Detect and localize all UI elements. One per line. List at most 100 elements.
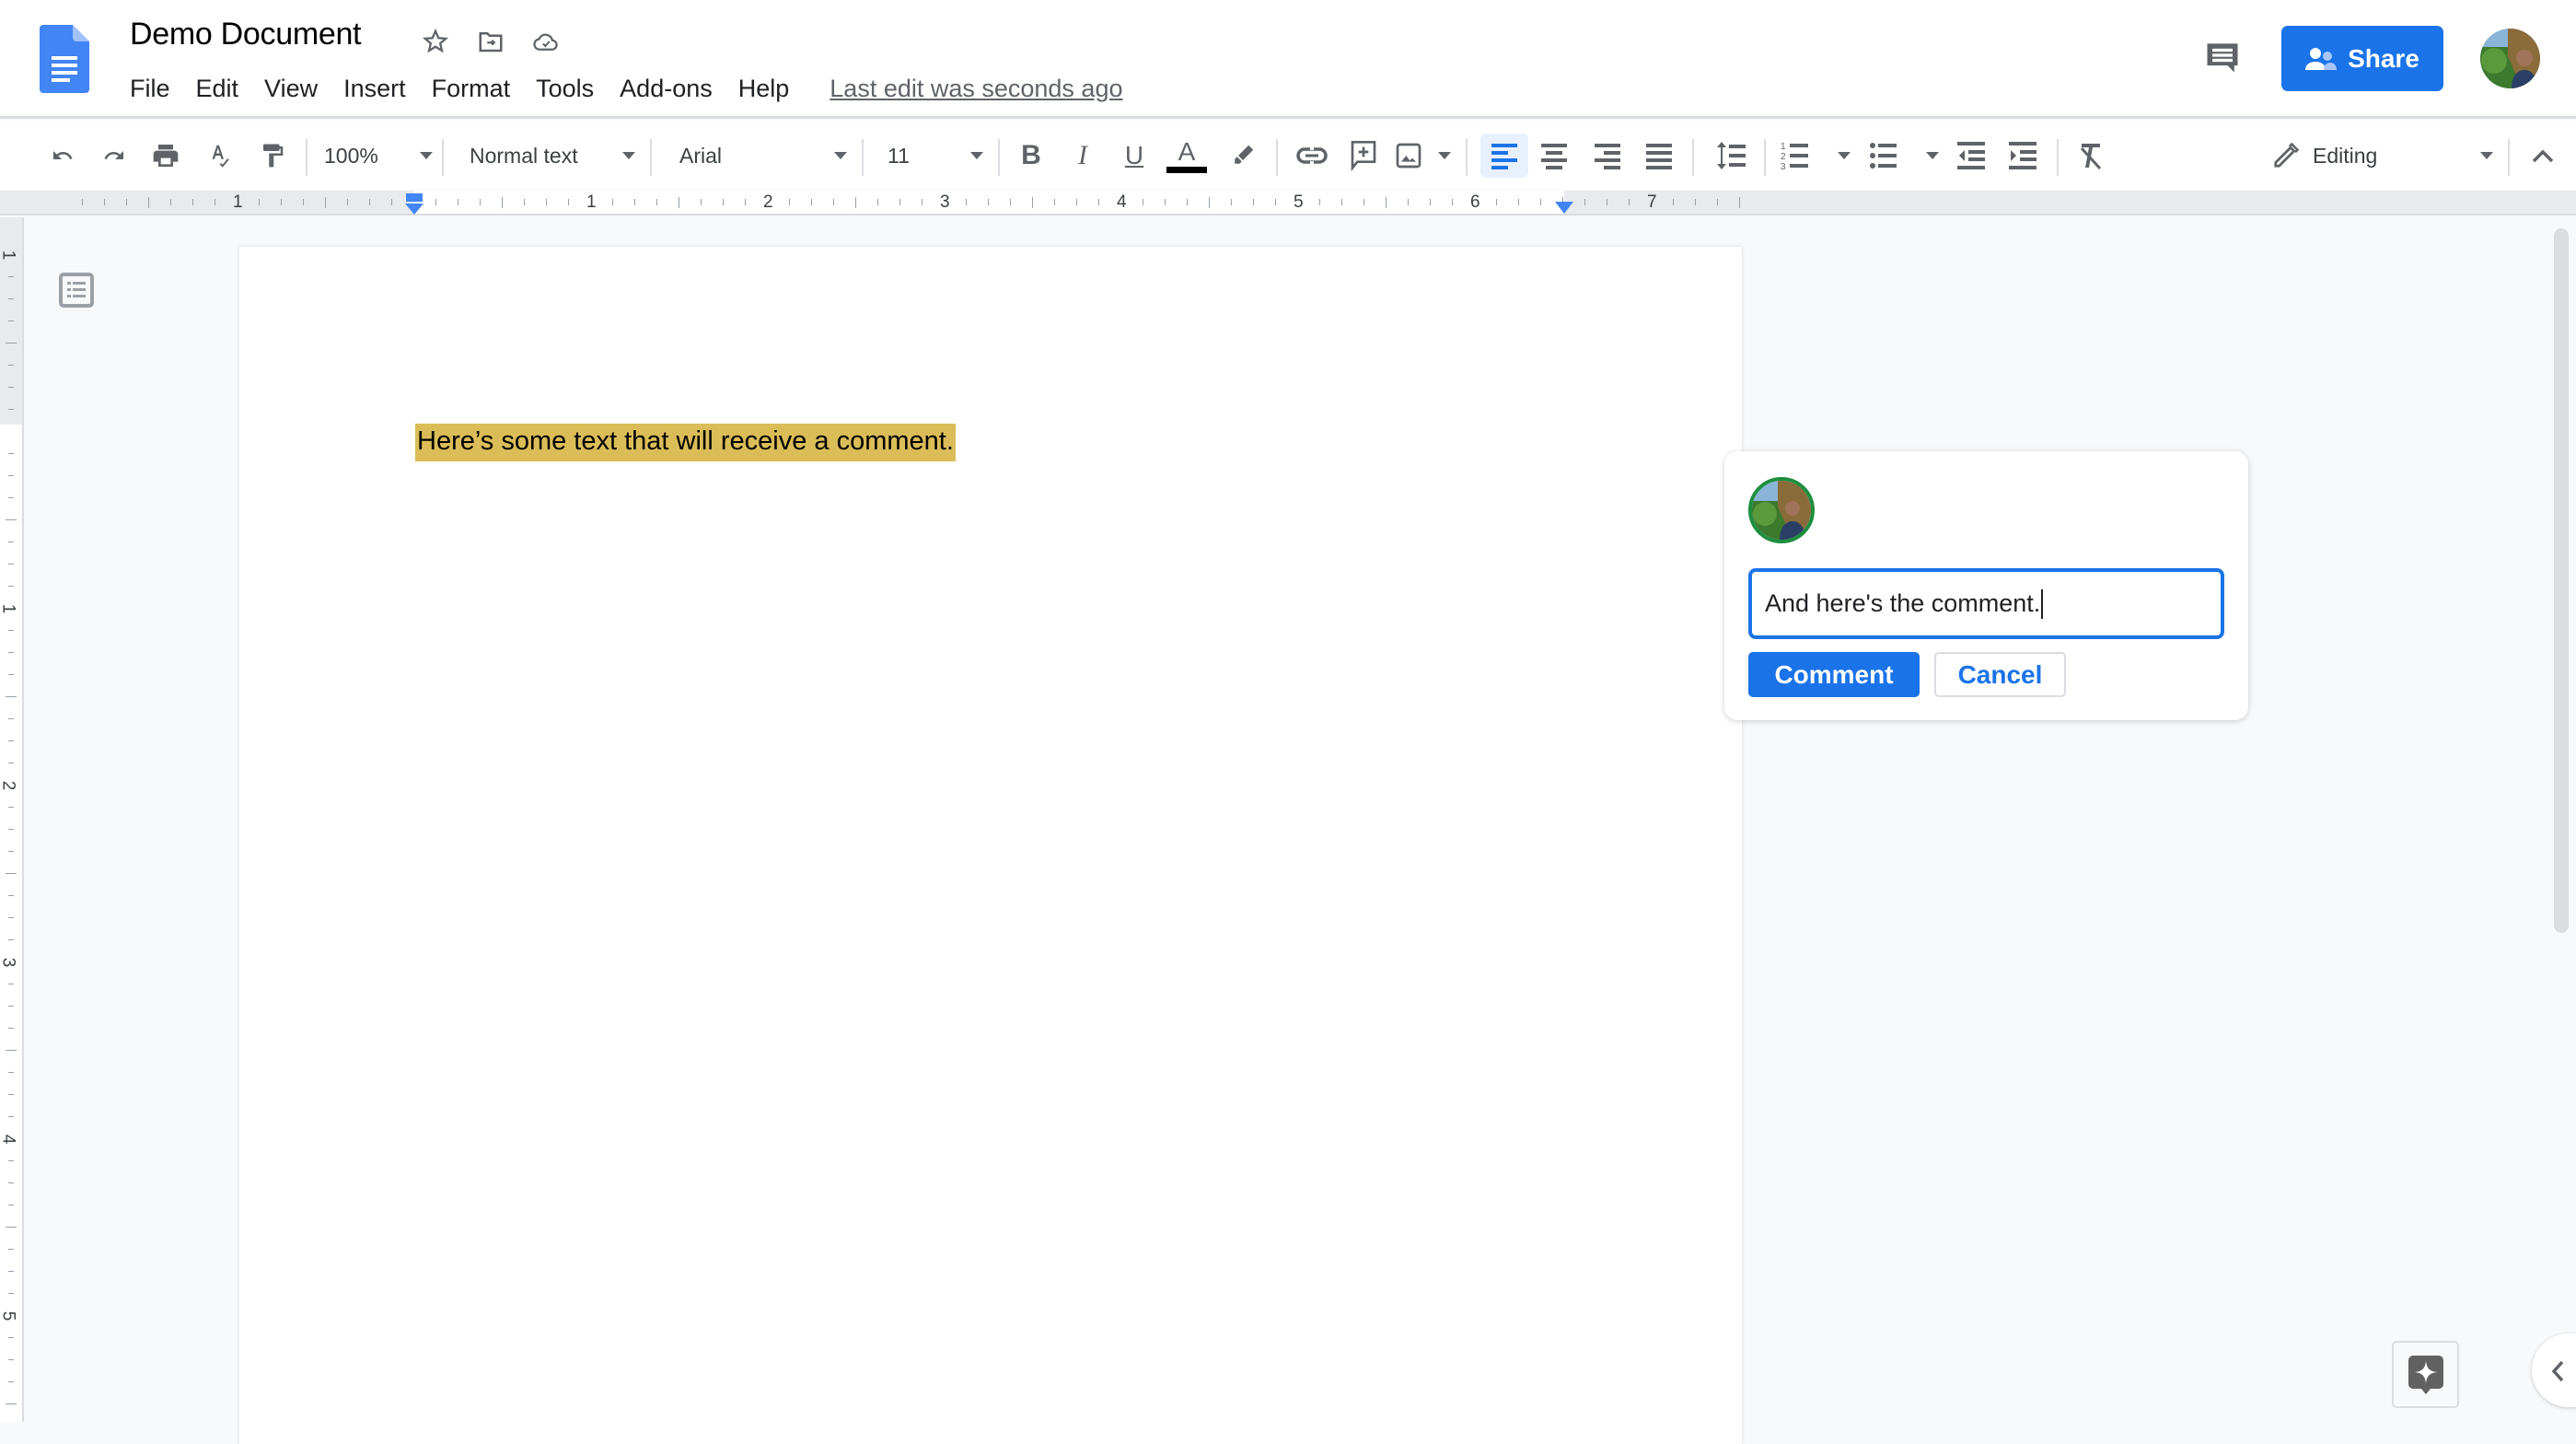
align-right-icon[interactable]: [1585, 134, 1630, 178]
horizontal-ruler[interactable]: 1 1 2 3 4 5 6 7: [0, 191, 2576, 215]
ruler-tick: [347, 199, 348, 205]
right-indent-marker[interactable]: [1554, 201, 1574, 215]
comment-input[interactable]: And here's the comment.: [1748, 568, 2224, 639]
ruler-label: 6: [1470, 192, 1480, 212]
document-title[interactable]: Demo Document: [130, 17, 362, 52]
redo-icon[interactable]: [96, 134, 133, 178]
docs-logo-icon[interactable]: [40, 25, 89, 93]
explore-button[interactable]: [2392, 1341, 2459, 1408]
star-icon[interactable]: [418, 24, 453, 59]
paint-format-icon[interactable]: [254, 134, 291, 178]
ruler-tick: [259, 199, 260, 205]
insert-link-icon[interactable]: [1293, 134, 1331, 178]
decrease-indent-icon[interactable]: [1950, 134, 1992, 178]
increase-indent-icon[interactable]: [2002, 134, 2044, 178]
menu-view[interactable]: View: [264, 75, 318, 103]
insert-image-button[interactable]: [1394, 134, 1451, 178]
menu-insert[interactable]: Insert: [343, 75, 406, 103]
ruler-tick: [701, 199, 702, 205]
ruler-tick: [1452, 199, 1453, 205]
comment-submit-button[interactable]: Comment: [1748, 652, 1920, 697]
align-left-icon[interactable]: [1480, 134, 1528, 178]
spellcheck-icon[interactable]: [201, 134, 238, 178]
bold-icon[interactable]: B: [1013, 134, 1050, 178]
ruler-tick: [148, 196, 149, 208]
highlight-color-icon[interactable]: [1224, 134, 1261, 178]
text-color-icon[interactable]: A: [1166, 134, 1208, 178]
bulleted-list-icon: [1870, 143, 1897, 169]
menu-tools[interactable]: Tools: [536, 75, 594, 103]
underline-icon[interactable]: U: [1116, 134, 1153, 178]
italic-icon[interactable]: I: [1064, 134, 1101, 178]
undo-icon[interactable]: [44, 134, 81, 178]
zoom-select[interactable]: 100%: [324, 134, 433, 178]
vruler-label: 3: [0, 957, 18, 968]
move-folder-icon[interactable]: [473, 24, 508, 59]
vruler-tick: [6, 1050, 17, 1051]
ruler-label: 1: [233, 192, 243, 212]
ruler-tick: [568, 199, 569, 205]
comment-history-icon[interactable]: [2202, 37, 2246, 81]
menu-format[interactable]: Format: [432, 75, 511, 103]
vruler-tick: [8, 586, 14, 587]
ruler-tick: [1010, 199, 1011, 205]
comment-cancel-button[interactable]: Cancel: [1934, 652, 2066, 697]
vruler-tick: [8, 276, 14, 277]
align-center-icon[interactable]: [1532, 134, 1576, 178]
ruler-tick: [1363, 199, 1364, 205]
vruler-tick: [8, 674, 14, 675]
ruler-label: 1: [586, 192, 597, 212]
ruler-tick: [1209, 196, 1210, 208]
ruler-tick: [1098, 199, 1099, 205]
document-page[interactable]: Here’s some text that will receive a com…: [239, 247, 1742, 1444]
vruler-tick: [8, 475, 14, 476]
ruler-tick: [1319, 199, 1320, 205]
ruler-label: 3: [940, 192, 950, 212]
ruler-tick: [789, 199, 790, 205]
font-size-select[interactable]: 11: [888, 134, 983, 178]
svg-text:1: 1: [1781, 142, 1786, 152]
app-header: Demo Document File Edit View Insert Form…: [0, 0, 2576, 119]
font-family-select[interactable]: Arial: [679, 134, 847, 178]
commenter-avatar: [1748, 477, 1815, 543]
paragraph-style-value: Normal text: [470, 143, 578, 168]
vruler-tick: [6, 343, 17, 344]
ruler-tick: [82, 199, 83, 205]
comment-card: And here's the comment. Comment Cancel: [1724, 451, 2248, 720]
pencil-icon: [2274, 142, 2300, 168]
chevron-down-icon: [834, 152, 847, 159]
clear-formatting-icon[interactable]: [2070, 134, 2112, 178]
document-outline-icon[interactable]: [59, 273, 94, 308]
vertical-ruler[interactable]: 1 1 2 3 4 5: [0, 217, 24, 1422]
menu-addons[interactable]: Add-ons: [620, 75, 713, 103]
vruler-tick: [8, 1381, 14, 1382]
vruler-tick: [8, 1028, 14, 1029]
highlighted-commented-text[interactable]: Here’s some text that will receive a com…: [415, 424, 956, 461]
align-justify-icon[interactable]: [1637, 134, 1681, 178]
share-button[interactable]: Share: [2281, 26, 2443, 91]
paragraph-style-select[interactable]: Normal text: [470, 134, 635, 178]
last-edit-link[interactable]: Last edit was seconds ago: [830, 75, 1122, 103]
menu-help[interactable]: Help: [738, 75, 790, 103]
vruler-tick: [8, 652, 14, 653]
numbered-list-button[interactable]: 123: [1781, 134, 1851, 178]
hide-menus-chevron-up-icon[interactable]: [2523, 134, 2563, 178]
vruler-tick: [8, 851, 14, 852]
ruler-tick: [723, 199, 724, 205]
ruler-tick: [1496, 199, 1497, 205]
line-spacing-icon[interactable]: [1709, 134, 1753, 178]
account-avatar[interactable]: [2480, 29, 2540, 88]
vruler-tick: [8, 387, 14, 388]
add-comment-icon[interactable]: [1344, 134, 1383, 178]
menu-edit[interactable]: Edit: [196, 75, 239, 103]
left-indent-marker[interactable]: [404, 193, 424, 215]
menu-file[interactable]: File: [130, 75, 170, 103]
vertical-scrollbar[interactable]: [2554, 228, 2569, 933]
vruler-tick: [8, 320, 14, 321]
cloud-saved-icon[interactable]: [528, 24, 563, 59]
side-panel-toggle[interactable]: [2532, 1333, 2576, 1407]
editing-mode-select[interactable]: Editing: [2272, 134, 2493, 178]
vruler-tick: [8, 1072, 14, 1073]
print-icon[interactable]: [147, 134, 184, 178]
bulleted-list-button[interactable]: [1869, 134, 1939, 178]
